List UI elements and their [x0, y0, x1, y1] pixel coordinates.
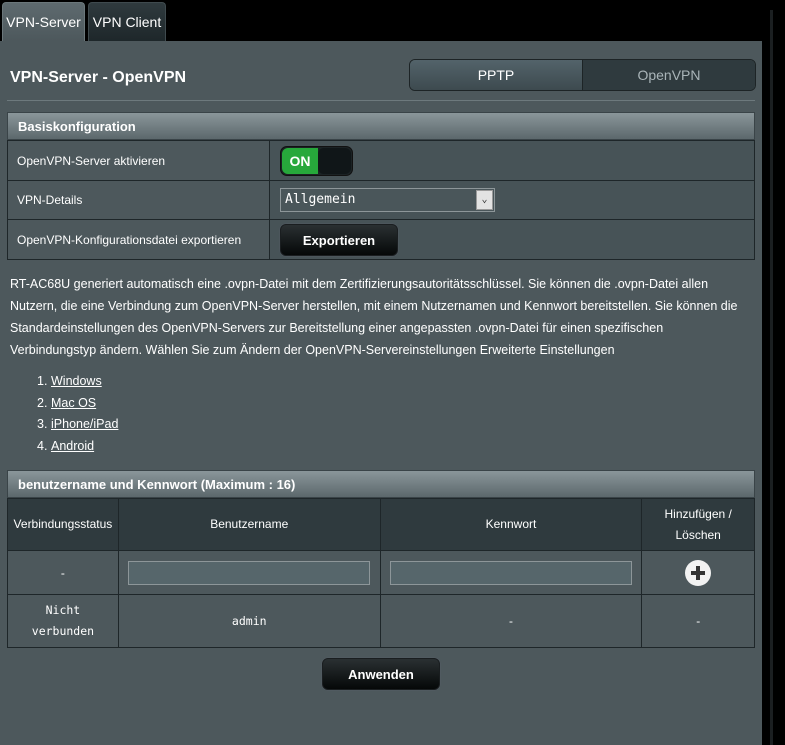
- list-item: 2. Mac OS: [37, 393, 118, 415]
- client-guide-list: 1. Windows 2. Mac OS 3. iPhone/iPad 4. Andro…: [37, 371, 118, 457]
- col-password: Kennwort: [379, 498, 643, 551]
- table-row: Nicht verbunden admin - -: [7, 594, 755, 648]
- users-table: Verbindungsstatus Benutzername Kennwort …: [7, 498, 755, 648]
- title-divider: [7, 100, 755, 101]
- export-label: OpenVPN-Konfigurationsdatei exportieren: [7, 219, 270, 260]
- user-action: -: [641, 594, 755, 648]
- vpn-details-select[interactable]: Allgemein ⌄: [280, 188, 495, 212]
- page-title: VPN-Server - OpenVPN: [10, 69, 187, 86]
- apply-button[interactable]: Anwenden: [322, 658, 440, 690]
- vpn-details-label: VPN-Details: [7, 180, 270, 220]
- chevron-down-icon: ⌄: [476, 190, 493, 210]
- vpn-type-switch: PPTP OpenVPN: [409, 59, 756, 91]
- list-number: 2.: [37, 395, 48, 410]
- description-text: RT-AC68U generiert automatisch eine .ovp…: [10, 277, 738, 357]
- list-number: 1.: [37, 374, 48, 388]
- link-windows[interactable]: Windows: [51, 374, 102, 388]
- input-status: -: [7, 550, 119, 595]
- scrollbar-area: [762, 0, 785, 745]
- toggle-knob: [318, 147, 351, 174]
- enable-label: OpenVPN-Server aktivieren: [7, 140, 270, 181]
- list-item: 4. Android: [37, 436, 118, 458]
- toggle-on-label: ON: [282, 147, 318, 174]
- link-macos[interactable]: Mac OS: [51, 396, 96, 410]
- openvpn-option[interactable]: OpenVPN: [583, 60, 755, 90]
- basic-config-table: OpenVPN-Server aktivieren ON VPN-Details…: [7, 140, 755, 260]
- list-item: 3. iPhone/iPad: [37, 414, 118, 436]
- enable-openvpn-toggle[interactable]: ON: [280, 145, 353, 176]
- col-add-delete: Hinzufügen / Löschen: [641, 498, 755, 551]
- divider: [770, 10, 773, 745]
- add-icon[interactable]: [685, 559, 712, 586]
- list-item: 1. Windows: [37, 371, 118, 393]
- tab-bar: VPN-Server VPN Client: [0, 0, 762, 41]
- content-panel: VPN-Server - OpenVPN PPTP OpenVPN Basisk…: [0, 41, 762, 745]
- list-number: 3.: [37, 417, 48, 431]
- export-button[interactable]: Exportieren: [280, 223, 398, 256]
- vpn-details-value: Allgemein: [285, 192, 356, 207]
- pptp-option[interactable]: PPTP: [410, 60, 583, 90]
- list-number: 4.: [37, 438, 48, 453]
- username-input[interactable]: [128, 560, 371, 585]
- user-status: Nicht verbunden: [7, 594, 119, 648]
- link-android[interactable]: Android: [51, 439, 94, 453]
- link-iphone-ipad[interactable]: iPhone/iPad: [51, 417, 118, 431]
- users-header: benutzername und Kennwort (Maximum : 16): [7, 470, 755, 498]
- password-input[interactable]: [389, 560, 632, 585]
- col-username: Benutzername: [117, 498, 381, 551]
- col-status: Verbindungsstatus: [7, 498, 119, 551]
- tab-vpn-client[interactable]: VPN Client: [88, 2, 166, 41]
- user-password: -: [379, 594, 643, 648]
- tab-vpn-server[interactable]: VPN-Server: [2, 2, 85, 41]
- basic-config-header: Basiskonfiguration: [7, 112, 755, 140]
- user-username: admin: [117, 594, 381, 648]
